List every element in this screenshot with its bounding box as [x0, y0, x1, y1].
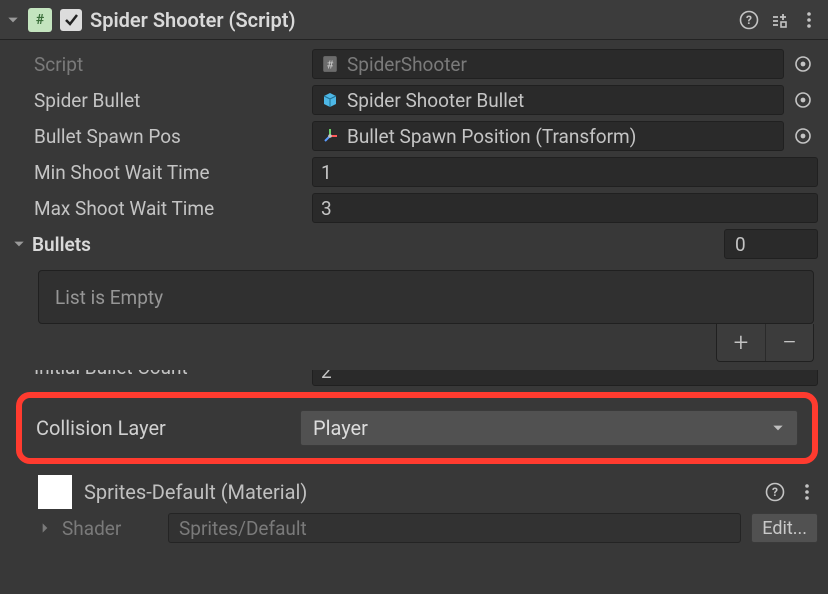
shader-value: Sprites/Default	[179, 517, 307, 540]
bullets-empty-text: List is Empty	[55, 286, 163, 309]
bullets-foldout-toggle[interactable]	[12, 237, 26, 251]
context-menu-icon[interactable]	[798, 9, 820, 31]
max-shoot-wait-row: Max Shoot Wait Time	[34, 190, 818, 226]
collision-layer-highlight: Collision Layer Player	[16, 392, 818, 464]
collision-layer-value: Player	[313, 416, 368, 440]
max-shoot-wait-field[interactable]	[312, 193, 818, 223]
bullet-spawn-pos-label: Bullet Spawn Pos	[34, 125, 306, 148]
foldout-toggle[interactable]	[6, 13, 20, 27]
bullet-spawn-pos-field[interactable]: Bullet Spawn Position (Transform)	[312, 121, 784, 151]
min-shoot-wait-input[interactable]	[321, 161, 809, 184]
chevron-down-icon	[771, 416, 785, 440]
object-picker-icon[interactable]	[788, 49, 818, 79]
material-header: Sprites-Default (Material) ?	[10, 474, 818, 510]
collision-layer-row: Collision Layer Player	[36, 408, 798, 448]
bullets-size-field[interactable]	[724, 229, 818, 259]
material-title: Sprites-Default (Material)	[84, 480, 307, 504]
spider-bullet-row: Spider Bullet Spider Shooter Bullet	[34, 82, 818, 118]
shader-row: Shader Sprites/Default Edit...	[10, 510, 818, 546]
component-title: Spider Shooter (Script)	[90, 8, 295, 32]
bullet-spawn-pos-value: Bullet Spawn Position (Transform)	[347, 125, 636, 148]
svg-text:#: #	[327, 59, 334, 72]
bullets-array-header: Bullets	[12, 226, 818, 262]
shader-dropdown[interactable]: Sprites/Default	[168, 513, 741, 543]
min-shoot-wait-field[interactable]	[312, 157, 818, 187]
material-foldout-toggle[interactable]	[38, 521, 52, 535]
spider-bullet-field[interactable]: Spider Shooter Bullet	[312, 85, 784, 115]
object-picker-icon[interactable]	[788, 121, 818, 151]
edit-button-label: Edit...	[762, 518, 807, 539]
script-label: Script	[34, 53, 306, 76]
spider-bullet-label: Spider Bullet	[34, 89, 306, 112]
script-field: # SpiderShooter	[312, 49, 784, 79]
min-shoot-wait-label: Min Shoot Wait Time	[34, 161, 306, 184]
add-element-button[interactable]: +	[717, 324, 765, 361]
initial-bullet-count-label: Initial Bullet Count	[34, 370, 306, 379]
script-icon: #	[28, 8, 52, 32]
initial-bullet-count-row: Initial Bullet Count	[34, 370, 818, 390]
remove-element-button[interactable]: −	[765, 324, 813, 361]
edit-button[interactable]: Edit...	[751, 513, 818, 543]
transform-icon	[321, 127, 339, 145]
collision-layer-label: Collision Layer	[36, 416, 294, 440]
help-icon[interactable]: ?	[738, 9, 760, 31]
max-shoot-wait-input[interactable]	[321, 197, 809, 220]
spider-bullet-value: Spider Shooter Bullet	[347, 89, 524, 112]
bullet-spawn-pos-row: Bullet Spawn Pos Bullet Spawn Position (…	[34, 118, 818, 154]
object-picker-icon[interactable]	[788, 85, 818, 115]
collision-layer-dropdown[interactable]: Player	[300, 410, 798, 446]
bullets-empty-list: List is Empty	[38, 270, 814, 324]
script-file-icon: #	[321, 55, 339, 73]
help-icon[interactable]: ?	[764, 481, 786, 503]
shader-label: Shader	[62, 517, 158, 540]
material-thumbnail	[38, 475, 72, 509]
context-menu-icon[interactable]	[796, 481, 818, 503]
max-shoot-wait-label: Max Shoot Wait Time	[34, 197, 306, 220]
script-value: SpiderShooter	[347, 53, 467, 76]
component-header: # Spider Shooter (Script) ?	[0, 0, 828, 40]
bullets-label: Bullets	[26, 233, 316, 256]
prefab-icon	[321, 91, 339, 109]
bullets-list-footer: + −	[38, 324, 814, 362]
svg-text:?: ?	[746, 13, 752, 27]
initial-bullet-count-field[interactable]	[312, 370, 818, 386]
svg-text:?: ?	[772, 485, 778, 499]
bullets-size-input[interactable]	[735, 233, 807, 256]
enable-checkbox[interactable]	[60, 9, 82, 31]
script-row: Script # SpiderShooter	[34, 46, 818, 82]
min-shoot-wait-row: Min Shoot Wait Time	[34, 154, 818, 190]
preset-icon[interactable]	[768, 9, 790, 31]
initial-bullet-count-input[interactable]	[321, 370, 809, 383]
